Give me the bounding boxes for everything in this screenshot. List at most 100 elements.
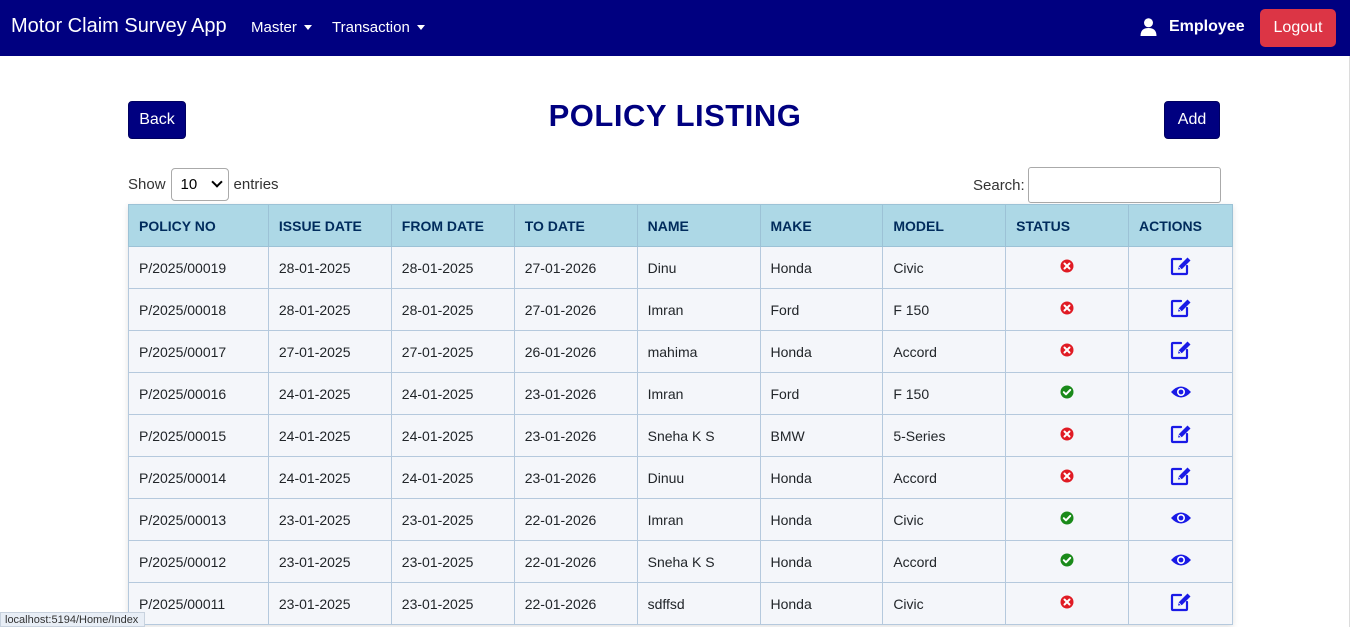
table-row: P/2025/00015 24-01-2025 24-01-2025 23-01-20… [128, 414, 1233, 457]
column-header[interactable]: FROM DATE [390, 204, 515, 247]
cell-make: Ford [759, 288, 884, 331]
cell-make: Honda [759, 456, 884, 499]
cell-to-date: 27-01-2026 [513, 288, 638, 331]
cell-actions [1128, 414, 1233, 457]
column-header[interactable]: ISSUE DATE [267, 204, 392, 247]
cell-status [1005, 288, 1129, 331]
caret-down-icon [303, 25, 312, 30]
entries-length-control: Show 10 entries [128, 167, 279, 201]
edit-icon[interactable] [1170, 592, 1192, 615]
cell-status [1005, 498, 1129, 541]
eye-icon[interactable] [1170, 384, 1192, 403]
check-circle-icon [1060, 553, 1074, 570]
cell-status [1005, 414, 1129, 457]
table-row: P/2025/00019 28-01-2025 28-01-2025 27-01-20… [128, 246, 1233, 289]
cell-from-date: 24-01-2025 [390, 456, 515, 499]
cell-name: sdffsd [636, 582, 761, 625]
table-row: P/2025/00013 23-01-2025 23-01-2025 22-01-20… [128, 498, 1233, 541]
cell-to-date: 22-01-2026 [513, 540, 638, 583]
cell-actions [1128, 330, 1233, 373]
entries-select[interactable]: 10 [170, 167, 229, 201]
cell-to-date: 27-01-2026 [513, 246, 638, 289]
check-circle-icon [1060, 511, 1074, 528]
cell-model: Accord [882, 540, 1007, 583]
column-header[interactable]: ACTIONS [1128, 204, 1233, 247]
x-circle-icon [1060, 301, 1074, 318]
cell-issue-date: 24-01-2025 [267, 414, 392, 457]
user-menu: Employee [1140, 18, 1245, 36]
cell-actions [1128, 540, 1233, 583]
cell-policy-no: P/2025/00014 [128, 456, 269, 499]
search-input[interactable] [1027, 167, 1221, 203]
show-label: Show [128, 175, 166, 193]
policy-table: POLICY NO ISSUE DATE FROM DATE TO DATE N… [128, 204, 1233, 625]
column-header[interactable]: TO DATE [513, 204, 638, 247]
cell-to-date: 22-01-2026 [513, 498, 638, 541]
column-header[interactable]: POLICY NO [128, 204, 269, 247]
cell-from-date: 28-01-2025 [390, 288, 515, 331]
cell-from-date: 24-01-2025 [390, 414, 515, 457]
cell-from-date: 24-01-2025 [390, 372, 515, 415]
cell-name: Sneha K S [636, 414, 761, 457]
cell-status [1005, 372, 1129, 415]
edit-icon[interactable] [1170, 256, 1192, 279]
browser-status-bar: localhost:5194/Home/Index [0, 612, 146, 627]
cell-name: Imran [636, 288, 761, 331]
cell-name: mahima [636, 330, 761, 373]
add-button[interactable]: Add [1164, 101, 1220, 139]
cell-policy-no: P/2025/00018 [128, 288, 269, 331]
cell-name: Dinu [636, 246, 761, 289]
eye-icon[interactable] [1170, 510, 1192, 529]
cell-policy-no: P/2025/00013 [128, 498, 269, 541]
cell-name: Dinuu [636, 456, 761, 499]
cell-policy-no: P/2025/00019 [128, 246, 269, 289]
entries-label: entries [233, 175, 279, 193]
cell-from-date: 23-01-2025 [390, 498, 515, 541]
column-header[interactable]: STATUS [1005, 204, 1129, 247]
cell-model: Civic [882, 498, 1007, 541]
column-header[interactable]: NAME [636, 204, 761, 247]
cell-issue-date: 23-01-2025 [267, 498, 392, 541]
user-name: Employee [1169, 18, 1245, 35]
eye-icon[interactable] [1170, 552, 1192, 571]
edit-icon[interactable] [1170, 424, 1192, 447]
x-circle-icon [1060, 427, 1074, 444]
column-header[interactable]: MAKE [759, 204, 884, 247]
user-icon [1140, 18, 1157, 36]
cell-status [1005, 540, 1129, 583]
cell-model: Civic [882, 582, 1007, 625]
cell-model: Accord [882, 330, 1007, 373]
edit-icon[interactable] [1170, 340, 1192, 363]
cell-model: 5-Series [882, 414, 1007, 457]
column-header[interactable]: MODEL [882, 204, 1007, 247]
cell-policy-no: P/2025/00016 [128, 372, 269, 415]
cell-actions [1128, 372, 1233, 415]
cell-issue-date: 23-01-2025 [267, 540, 392, 583]
cell-actions [1128, 246, 1233, 289]
back-button[interactable]: Back [128, 101, 186, 139]
cell-issue-date: 23-01-2025 [267, 582, 392, 625]
logout-button[interactable]: Logout [1260, 9, 1336, 47]
cell-model: F 150 [882, 372, 1007, 415]
caret-down-icon [416, 25, 425, 30]
edit-icon[interactable] [1170, 466, 1192, 489]
edit-icon[interactable] [1170, 298, 1192, 321]
cell-status [1005, 246, 1129, 289]
cell-to-date: 26-01-2026 [513, 330, 638, 373]
nav-transaction-dropdown[interactable]: Transaction [332, 19, 425, 36]
entries-select-value: 10 [180, 175, 198, 193]
nav-master-dropdown[interactable]: Master [251, 19, 312, 36]
x-circle-icon [1060, 595, 1074, 612]
cell-issue-date: 24-01-2025 [267, 372, 392, 415]
app-title[interactable]: Motor Claim Survey App [11, 15, 227, 38]
table-row: P/2025/00012 23-01-2025 23-01-2025 22-01-20… [128, 540, 1233, 583]
cell-model: Accord [882, 456, 1007, 499]
cell-model: Civic [882, 246, 1007, 289]
cell-make: BMW [759, 414, 884, 457]
cell-name: Imran [636, 498, 761, 541]
cell-issue-date: 28-01-2025 [267, 288, 392, 331]
top-navbar: Motor Claim Survey App Master Transactio… [0, 0, 1350, 56]
cell-actions [1128, 582, 1233, 625]
cell-make: Honda [759, 330, 884, 373]
cell-status [1005, 456, 1129, 499]
